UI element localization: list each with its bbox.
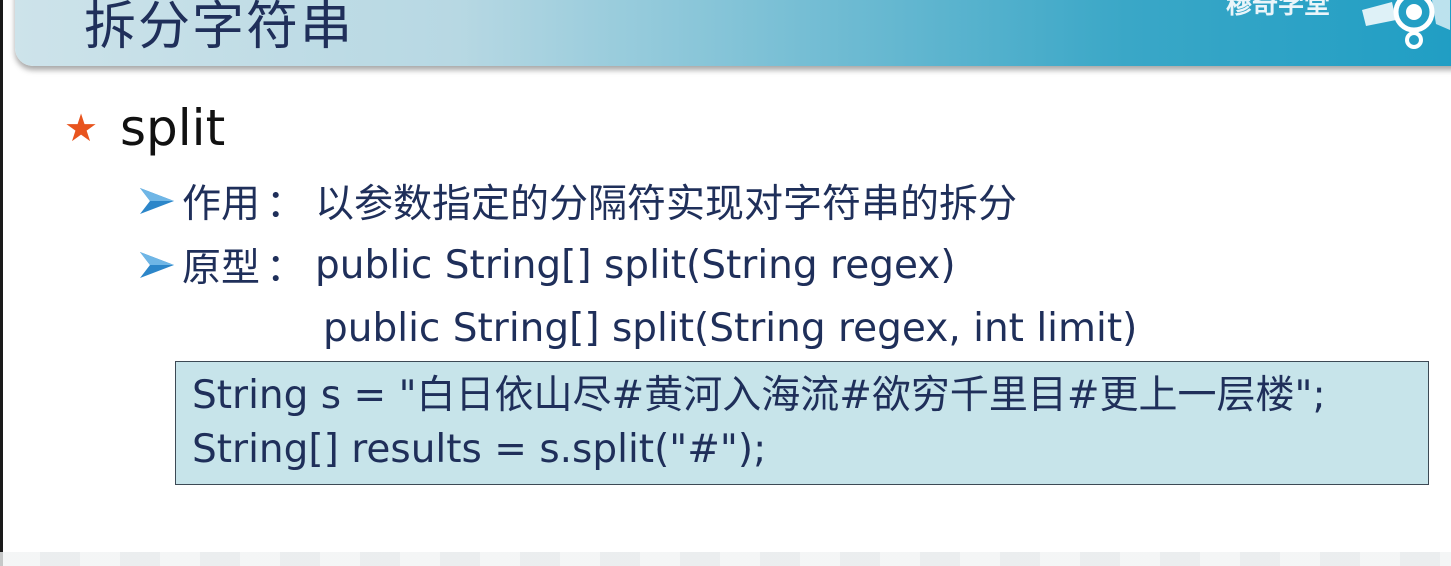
window-edge xyxy=(0,0,3,566)
section-heading: split xyxy=(120,99,226,157)
bullet-prototype-text: public String[] split(String regex) xyxy=(315,242,956,288)
bullet-prototype-label: 原型 xyxy=(182,246,261,291)
bottom-strip xyxy=(0,552,1451,566)
slide: 拆分字符串 穆奇学堂 ★ split 作用 ： 以参数指定的分隔符实现对字符串的… xyxy=(0,0,1451,566)
code-line-1: String s = "白日依山尽#黄河入海流#欲穷千里目#更上一层楼"; xyxy=(192,373,1326,418)
bullet-purpose-label: 作用 xyxy=(182,182,261,227)
arrow-bullet-icon xyxy=(140,188,174,214)
bullet-separator: ： xyxy=(266,246,306,291)
bullet-purpose: 作用 ： 以参数指定的分隔符实现对字符串的拆分 xyxy=(138,176,1018,227)
bullet-separator: ： xyxy=(266,182,306,227)
code-line-2: String[] results = s.split("#"); xyxy=(192,427,767,472)
bullet-prototype: 原型 ： public String[] split(String regex) xyxy=(138,240,956,291)
brand-logo-icon xyxy=(1362,0,1450,49)
arrow-bullet-icon xyxy=(140,252,174,278)
prototype-overload: public String[] split(String regex, int … xyxy=(323,306,1138,351)
slide-title: 拆分字符串 xyxy=(84,0,355,57)
code-example-box: String s = "白日依山尽#黄河入海流#欲穷千里目#更上一层楼"; St… xyxy=(175,361,1429,485)
star-bullet-icon: ★ xyxy=(64,106,99,150)
brand-name: 穆奇学堂 xyxy=(1226,0,1331,20)
bullet-purpose-text: 以参数指定的分隔符实现对字符串的拆分 xyxy=(315,182,1018,227)
